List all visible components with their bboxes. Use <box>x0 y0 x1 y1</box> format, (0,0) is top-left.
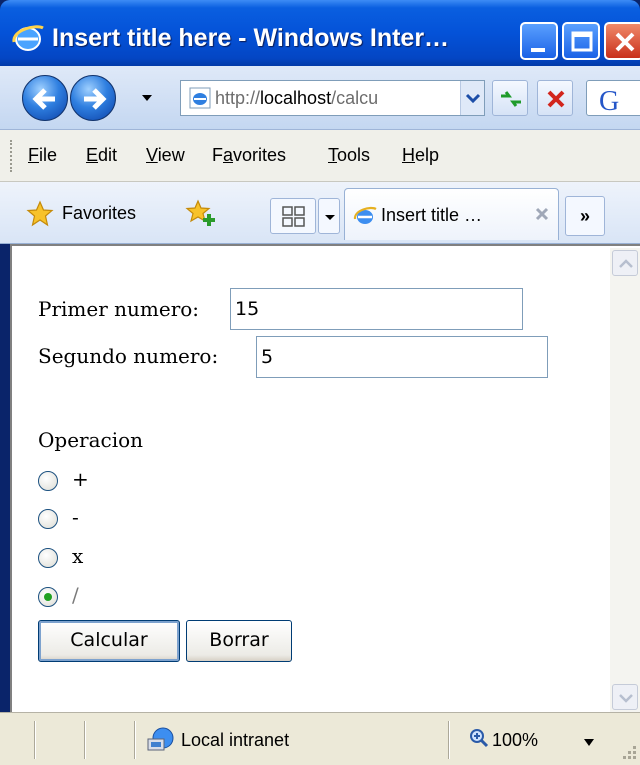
scroll-down-button[interactable] <box>612 684 638 710</box>
refresh-button[interactable] <box>492 80 528 116</box>
search-provider-button[interactable]: G <box>586 80 640 117</box>
close-tab-icon[interactable] <box>533 205 551 223</box>
toolbar-grip[interactable] <box>10 140 13 172</box>
status-divider <box>134 721 136 759</box>
menu-edit[interactable]: Edit <box>86 145 117 166</box>
vertical-scrollbar[interactable] <box>610 248 640 712</box>
favorites-label: Favorites <box>62 203 137 223</box>
status-bar: Local intranet 100% <box>0 712 640 765</box>
menu-favorites[interactable]: Favorites <box>212 145 286 166</box>
window-title: Insert title here - Windows Inter… <box>52 24 450 52</box>
minimize-button[interactable] <box>520 22 558 60</box>
second-number-label: Segundo numero: <box>38 344 219 368</box>
quick-tabs-button[interactable] <box>270 198 316 234</box>
menu-view[interactable]: View <box>146 145 185 166</box>
title-bar: Insert title here - Windows Inter… <box>0 0 640 66</box>
radio-subtract-label: - <box>72 505 79 529</box>
more-tabs-button[interactable]: » <box>565 196 605 236</box>
clear-button[interactable]: Borrar <box>186 620 292 662</box>
arrow-right-icon <box>84 88 107 110</box>
ie-icon <box>12 25 44 51</box>
chevron-down-icon <box>619 694 633 703</box>
svg-text:G: G <box>599 86 619 117</box>
address-url: http://localhost/calcu <box>215 88 379 108</box>
maximize-icon <box>571 31 593 52</box>
status-divider <box>84 721 86 759</box>
google-icon: G <box>599 86 619 117</box>
tab-title: Insert title … <box>381 205 483 225</box>
back-button[interactable] <box>22 75 68 121</box>
maximize-button[interactable] <box>562 22 600 60</box>
magnifier-icon[interactable] <box>468 727 490 749</box>
add-favorite-icon[interactable] <box>185 198 217 228</box>
arrow-left-icon <box>32 88 55 110</box>
address-input[interactable]: http://localhost/calcu <box>180 80 485 116</box>
menu-tools[interactable]: Tools <box>328 145 370 166</box>
first-number-input[interactable]: 15 <box>230 288 523 330</box>
close-icon <box>615 32 635 52</box>
zoom-level[interactable]: 100% <box>492 730 538 751</box>
zoom-dropdown-icon[interactable] <box>584 739 594 747</box>
refresh-icon <box>501 91 521 107</box>
menu-help[interactable]: Help <box>402 145 439 166</box>
radio-multiply[interactable] <box>38 548 58 568</box>
intranet-zone-icon <box>147 727 174 751</box>
operation-label: Operacion <box>38 428 144 452</box>
radio-divide[interactable] <box>38 587 58 607</box>
star-icon <box>26 200 54 227</box>
resize-grip-icon[interactable] <box>618 743 638 763</box>
address-dropdown[interactable] <box>460 81 484 115</box>
tab-current[interactable]: Insert title … <box>344 188 559 240</box>
second-number-input[interactable]: 5 <box>256 336 548 378</box>
grid-icon <box>282 206 305 227</box>
forward-button[interactable] <box>70 75 116 121</box>
status-divider <box>448 721 450 759</box>
status-divider <box>34 721 36 759</box>
radio-add[interactable] <box>38 471 58 491</box>
radio-add-label: + <box>72 467 89 491</box>
radio-divide-label: / <box>72 583 79 607</box>
close-button[interactable] <box>604 22 640 60</box>
history-dropdown-icon[interactable] <box>140 91 154 105</box>
first-number-label: Primer numero: <box>38 297 200 321</box>
stop-icon <box>547 90 565 108</box>
menu-bar: File Edit View Favorites Tools Help <box>0 130 640 182</box>
stop-button[interactable] <box>537 80 573 116</box>
ie-icon <box>353 206 377 224</box>
chevron-down-icon <box>465 93 481 104</box>
address-toolbar: http://localhost/calcu G <box>0 66 640 130</box>
chevron-down-icon <box>325 215 335 220</box>
radio-subtract[interactable] <box>38 509 58 529</box>
chevron-up-icon <box>619 259 633 268</box>
page-icon <box>189 87 211 109</box>
minimize-icon <box>531 48 545 52</box>
radio-multiply-label: x <box>72 544 84 568</box>
security-zone-label: Local intranet <box>181 730 290 750</box>
tab-list-button[interactable] <box>318 198 340 234</box>
menu-file[interactable]: File <box>28 145 57 166</box>
scroll-up-button[interactable] <box>612 250 638 276</box>
favorites-bar: Favorites Insert title … » <box>0 182 640 244</box>
calculate-button[interactable]: Calcular <box>38 620 180 662</box>
